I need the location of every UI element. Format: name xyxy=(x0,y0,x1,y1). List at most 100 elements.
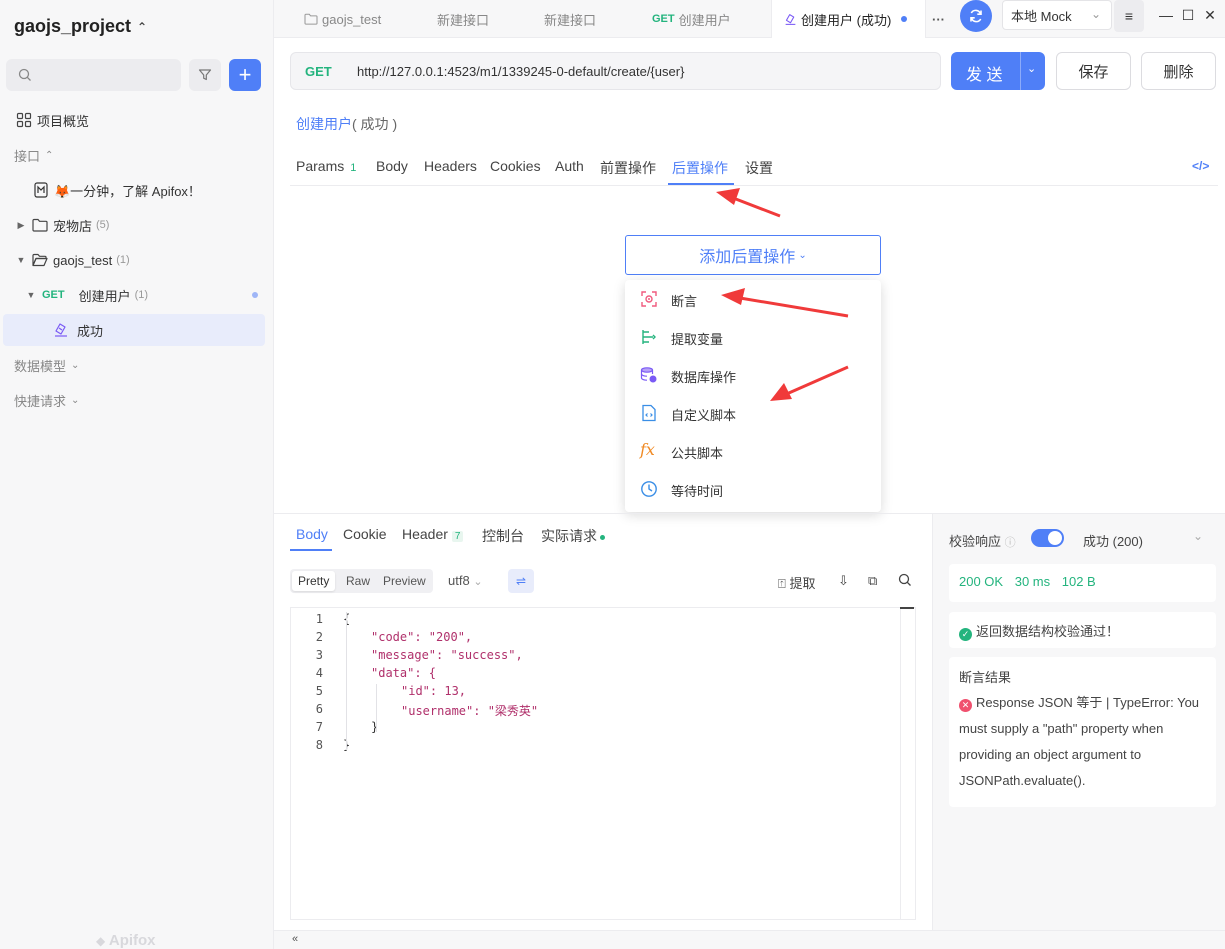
wrap-toggle[interactable]: ⇌ xyxy=(508,569,534,593)
menu-item-label: 提取变量 xyxy=(671,332,724,347)
menu-item-common-script[interactable]: fx 公共脚本 xyxy=(625,432,881,470)
close-button[interactable]: ✕ xyxy=(1200,0,1220,30)
encoding-label: utf8 xyxy=(448,573,470,588)
search-input[interactable] xyxy=(6,59,181,91)
sidebar-section-quick[interactable]: 快捷请求 ⌄ xyxy=(14,384,288,416)
caret-right-icon: ▶ xyxy=(17,219,25,230)
tab-label: Auth xyxy=(555,158,584,174)
folder-name: 宠物店 xyxy=(53,218,93,234)
save-button[interactable]: 保存 xyxy=(1056,52,1131,90)
sidebar-folder-petstore[interactable]: ▶ 宠物店 (5) xyxy=(14,209,264,241)
breadcrumb-endpoint[interactable]: 创建用户 xyxy=(296,116,352,132)
active-tab-indicator xyxy=(668,183,734,185)
tab-settings[interactable]: 设置 xyxy=(745,158,773,178)
sync-button[interactable] xyxy=(960,0,992,32)
tab-create-user-success[interactable]: 创建用户 (成功) xyxy=(771,0,926,38)
sidebar-section-models[interactable]: 数据模型 ⌄ xyxy=(14,349,288,381)
menu-item-database[interactable]: 数据库操作 xyxy=(625,356,881,394)
brand-name: Apifox xyxy=(108,932,156,949)
project-switcher[interactable]: gaojs_project ⌃ xyxy=(14,16,147,37)
tab-bar: gaojs_test 新建接口 新建接口 GET 创建用户 创建用户 (成功) … xyxy=(274,0,1225,38)
minimize-icon: — xyxy=(1159,7,1173,23)
chevron-down-icon[interactable]: ⌄ xyxy=(1193,529,1203,543)
line-number: 8 xyxy=(315,738,323,752)
menu-item-label: 断言 xyxy=(671,294,698,309)
scrollbar[interactable] xyxy=(900,607,901,920)
refresh-icon xyxy=(970,9,982,23)
resp-tab-console[interactable]: 控制台 xyxy=(482,526,524,546)
minimize-button[interactable]: — xyxy=(1156,0,1176,30)
view-pretty[interactable]: Pretty xyxy=(292,571,336,591)
delete-button[interactable]: 删除 xyxy=(1141,52,1216,90)
download-button[interactable]: ⇩ xyxy=(838,573,849,589)
environment-select[interactable]: 本地 Mock ⌄ xyxy=(1002,0,1112,30)
send-label: 发 送 xyxy=(966,67,1003,84)
extract-button[interactable]: ⍐ 提取 xyxy=(778,573,815,592)
menu-item-custom-script[interactable]: 自定义脚本 xyxy=(625,394,881,432)
tab-create-user[interactable]: GET 创建用户 xyxy=(652,0,762,38)
sidebar-endpoint-create-user[interactable]: ▼ GET 创建用户 (1) xyxy=(24,279,274,311)
tab-label: 后置操作 xyxy=(672,160,728,176)
tab-post-ops[interactable]: 后置操作 xyxy=(672,158,728,178)
resp-tab-body[interactable]: Body xyxy=(296,526,328,542)
sidebar-item-overview[interactable]: 项目概览 xyxy=(16,104,256,136)
tab-gaojs-test[interactable]: gaojs_test xyxy=(304,0,419,38)
sidebar-section-api[interactable]: 接口 ⌃ xyxy=(14,139,288,171)
endpoint-count: (1) xyxy=(134,289,149,301)
tab-cookies[interactable]: Cookies xyxy=(490,158,541,174)
menu-item-wait[interactable]: 等待时间 xyxy=(625,470,881,508)
save-label: 保存 xyxy=(1078,63,1109,81)
url-bar[interactable]: GET http://127.0.0.1:4523/m1/1339245-0-d… xyxy=(290,52,941,90)
divider xyxy=(1020,52,1021,90)
assert-title: 断言结果 xyxy=(959,670,1012,685)
menu-item-extract-variable[interactable]: 提取变量 xyxy=(625,318,881,356)
tab-params[interactable]: Params 1 xyxy=(296,158,356,174)
search-button[interactable] xyxy=(898,573,912,590)
filter-button[interactable] xyxy=(189,59,221,91)
resp-tab-header[interactable]: Header 7 xyxy=(402,526,464,542)
encoding-select[interactable]: utf8 ⌄ xyxy=(448,573,483,588)
indent-guide xyxy=(376,684,377,732)
tab-new-api-2[interactable]: 新建接口 xyxy=(544,0,644,38)
menu-button[interactable]: ≡ xyxy=(1114,0,1144,32)
sidebar-folder-gaojs-test[interactable]: ▼ gaojs_test (1) xyxy=(14,244,264,276)
response-body-editor[interactable]: 1 2 3 4 5 6 7 8 { "code": "200", "messag… xyxy=(290,607,916,920)
validate-toggle[interactable] xyxy=(1031,529,1064,547)
extract-icon: ⍐ xyxy=(778,576,786,591)
method-badge: GET xyxy=(652,13,675,25)
maximize-button[interactable]: ☐ xyxy=(1178,0,1198,30)
add-post-op-button[interactable]: 添加后置操作 ⌄ xyxy=(625,235,881,275)
chevron-down-icon[interactable]: ⌄ xyxy=(1027,62,1036,75)
sidebar-item-intro[interactable]: 🦊一分钟，了解 Apifox！ xyxy=(34,174,264,206)
tab-auth[interactable]: Auth xyxy=(555,158,584,174)
code-gen-icon[interactable]: </> xyxy=(1192,159,1209,173)
scrollbar-thumb[interactable] xyxy=(900,607,914,609)
tab-body[interactable]: Body xyxy=(376,158,408,174)
resp-tab-actual-request[interactable]: 实际请求 xyxy=(541,526,605,546)
case-select[interactable]: 成功 (200) xyxy=(1083,531,1143,550)
tab-headers[interactable]: Headers xyxy=(424,158,477,174)
tab-new-api-1[interactable]: 新建接口 xyxy=(437,0,537,38)
sidebar-case-success[interactable]: 成功 xyxy=(3,314,265,346)
request-tabs: Params 1 Body Headers Cookies Auth 前置操作 后… xyxy=(290,150,1218,186)
collapse-icon[interactable]: « xyxy=(292,933,298,945)
menu-item-assert[interactable]: 断言 xyxy=(625,280,881,318)
check-circle-icon: ✓ xyxy=(959,628,972,641)
folder-icon xyxy=(32,218,48,232)
chevron-down-icon: ⌄ xyxy=(71,359,80,371)
tab-label: Cookie xyxy=(343,526,387,542)
copy-button[interactable]: ⧉ xyxy=(868,573,877,589)
sidebar-item-label: 项目概览 xyxy=(37,113,90,129)
view-preview[interactable]: Preview xyxy=(383,574,426,588)
method-select[interactable]: GET xyxy=(305,64,357,79)
more-tabs-button[interactable]: ··· xyxy=(932,0,952,38)
send-button[interactable]: 发 送 ⌄ xyxy=(951,52,1045,90)
tab-pre-ops[interactable]: 前置操作 xyxy=(600,158,656,178)
section-label: 接口 xyxy=(14,148,41,164)
url-input[interactable]: http://127.0.0.1:4523/m1/1339245-0-defau… xyxy=(357,64,684,79)
search-icon xyxy=(18,68,31,81)
plus-icon: + xyxy=(238,62,252,87)
add-button[interactable]: + xyxy=(229,59,261,91)
resp-tab-cookie[interactable]: Cookie xyxy=(343,526,387,542)
view-raw[interactable]: Raw xyxy=(346,574,370,588)
